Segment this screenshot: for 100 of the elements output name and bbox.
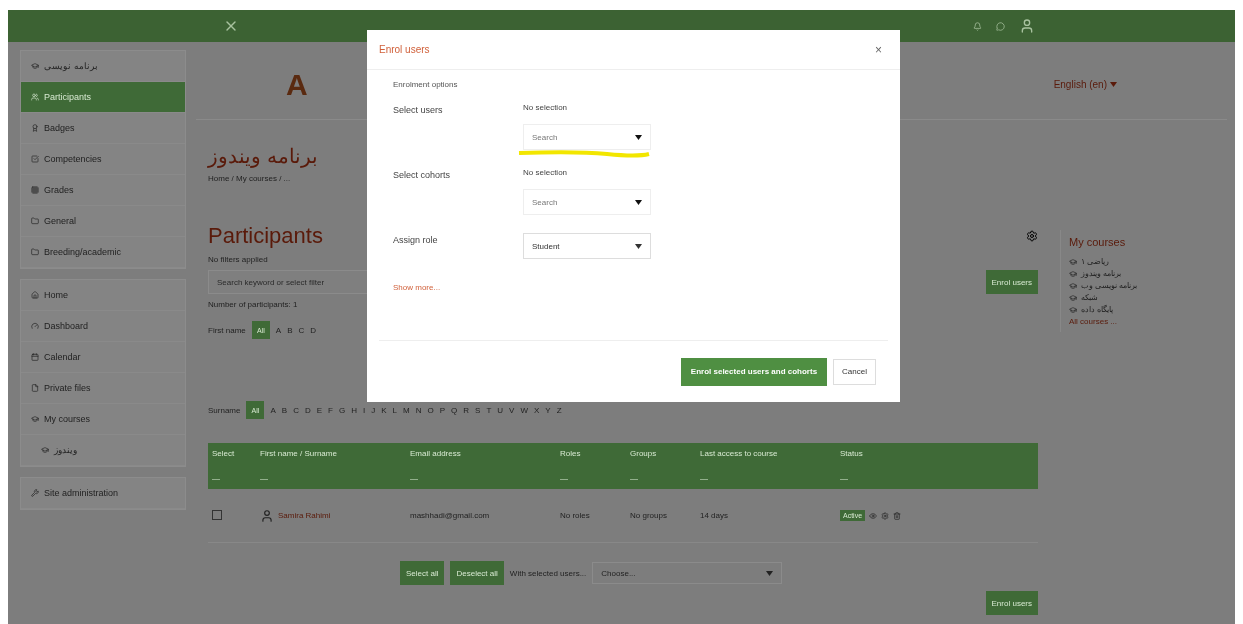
role-select[interactable]: Student [523, 233, 651, 259]
eye-icon[interactable] [869, 511, 878, 520]
field-label: Assign role [393, 234, 439, 247]
letter-link[interactable]: M [403, 405, 410, 415]
letter-link[interactable]: L [392, 405, 397, 415]
sort-mark: — [840, 474, 848, 483]
letter-link[interactable]: V [509, 405, 515, 415]
letter-link[interactable]: Q [451, 405, 458, 415]
letter-link[interactable]: J [371, 405, 376, 415]
letter-link[interactable]: B [281, 405, 288, 415]
calendar-icon [31, 353, 39, 361]
trash-icon[interactable] [893, 511, 902, 520]
chat-icon[interactable] [996, 21, 1005, 31]
column-header[interactable]: Groups [630, 449, 657, 458]
letter-link[interactable]: A [270, 405, 276, 415]
column-header[interactable]: Select [212, 449, 235, 458]
sidebar-item[interactable]: Breeding/academic [21, 237, 185, 268]
show-more-link[interactable]: Show more... [393, 283, 874, 292]
section-heading: Enrolment options [393, 80, 459, 89]
cancel-button[interactable]: Cancel [833, 358, 876, 385]
column-header[interactable]: Roles [560, 449, 581, 458]
course-link[interactable]: پایگاه داده [1069, 305, 1202, 314]
sidebar-item[interactable]: Badges [21, 113, 185, 144]
page-title: Participants [208, 223, 323, 249]
field-label: Select cohorts [393, 169, 452, 182]
sidebar-item[interactable]: Calendar [21, 342, 185, 373]
course-link[interactable]: شبکه [1069, 293, 1202, 302]
column-header[interactable]: Last access to course [700, 449, 778, 458]
caret-icon [766, 570, 774, 576]
column-header[interactable]: Status [840, 449, 863, 458]
letter-link[interactable]: G [338, 405, 346, 415]
letter-link[interactable]: N [415, 405, 422, 415]
sidebar-item[interactable]: Participants [21, 82, 185, 113]
enrol-users-button[interactable]: Enrol users [985, 591, 1038, 615]
course-link[interactable]: برنامه ویندوز [1069, 269, 1202, 278]
table-cell-text: No roles [560, 511, 591, 520]
letter-link[interactable]: Z [556, 405, 562, 415]
enrol-users-button[interactable]: Enrol users [985, 270, 1038, 294]
letter-link[interactable]: S [475, 405, 481, 415]
letter-link[interactable]: P [439, 405, 446, 415]
search-dropdown[interactable]: Search [523, 189, 651, 215]
language-menu[interactable]: English (en) [1053, 79, 1117, 90]
settings-icon[interactable] [1026, 230, 1038, 242]
column-header[interactable]: First name / Surname [260, 449, 337, 458]
letter-link[interactable]: C [298, 325, 305, 335]
block-title: My courses [1069, 236, 1127, 248]
letter-link[interactable]: K [381, 405, 387, 415]
letter-link[interactable]: T [486, 405, 492, 415]
table-cell-text: mashhadi@gmail.com [410, 511, 491, 520]
filter-label: Surname [208, 405, 241, 415]
table-cell-text: 14 days [700, 511, 730, 520]
letter-link[interactable]: W [520, 405, 528, 415]
bell-icon[interactable] [973, 21, 982, 31]
user-avatar-icon [260, 508, 274, 523]
graduation-cap-icon [1069, 269, 1077, 278]
enrol-selected-button[interactable]: Enrol selected users and cohorts [680, 357, 828, 386]
letter-link[interactable]: C [293, 405, 299, 415]
all-courses-link[interactable]: All courses ... [1069, 317, 1202, 326]
search-dropdown[interactable]: Search [523, 124, 651, 150]
settings-icon[interactable] [881, 511, 890, 520]
letter-link[interactable]: B [287, 325, 293, 335]
caret-icon [635, 199, 642, 205]
caret-icon [635, 243, 642, 249]
column-header[interactable]: Email address [410, 449, 461, 458]
deselect-all-button[interactable]: Deselect all [450, 561, 504, 585]
close-button[interactable]: × [869, 41, 888, 58]
letter-link[interactable]: D [310, 325, 317, 335]
letter-link[interactable]: A [275, 325, 282, 335]
checkbox[interactable] [212, 509, 222, 520]
avatar-icon[interactable] [1019, 18, 1035, 34]
letter-link[interactable]: R [463, 405, 470, 415]
sidebar-item[interactable]: Home [21, 280, 185, 311]
sidebar-item[interactable]: General [21, 206, 185, 237]
checkbox-icon [31, 155, 39, 163]
graduation-cap-icon [1069, 305, 1077, 314]
sidebar-item[interactable]: ویندوز [21, 435, 185, 466]
letter-link[interactable]: D [304, 405, 311, 415]
course-link[interactable]: برنامه نویسی وب [1069, 281, 1202, 290]
bulk-action-select[interactable]: Choose... [592, 562, 783, 584]
sidebar-item[interactable]: Private files [21, 373, 185, 404]
letter-link[interactable]: X [533, 405, 540, 415]
letter-link[interactable]: F [328, 405, 333, 415]
letter-link[interactable]: H [351, 405, 357, 415]
letter-link[interactable]: O [427, 405, 434, 415]
field-label: Select users [393, 104, 444, 117]
sidebar-item[interactable]: Competencies [21, 144, 185, 175]
letter-link[interactable]: U [497, 405, 504, 415]
graduation-cap-icon [31, 62, 39, 70]
select-all-button[interactable]: Select all [400, 561, 445, 585]
graduation-cap-icon [1069, 293, 1077, 302]
graduation-cap-icon [41, 446, 49, 454]
user-name-link[interactable]: Samira Rahimi [278, 511, 331, 520]
sidebar-item[interactable]: Site administration [21, 478, 185, 509]
course-link[interactable]: ریاضی ۱ [1069, 257, 1202, 266]
sidebar-item[interactable]: Dashboard [21, 311, 185, 342]
graduation-cap-icon [1069, 281, 1077, 290]
sort-mark: — [630, 474, 638, 483]
sidebar-item[interactable]: My courses [21, 404, 185, 435]
letter-link[interactable]: Y [545, 405, 551, 415]
sidebar-item[interactable]: Grades [21, 175, 185, 206]
